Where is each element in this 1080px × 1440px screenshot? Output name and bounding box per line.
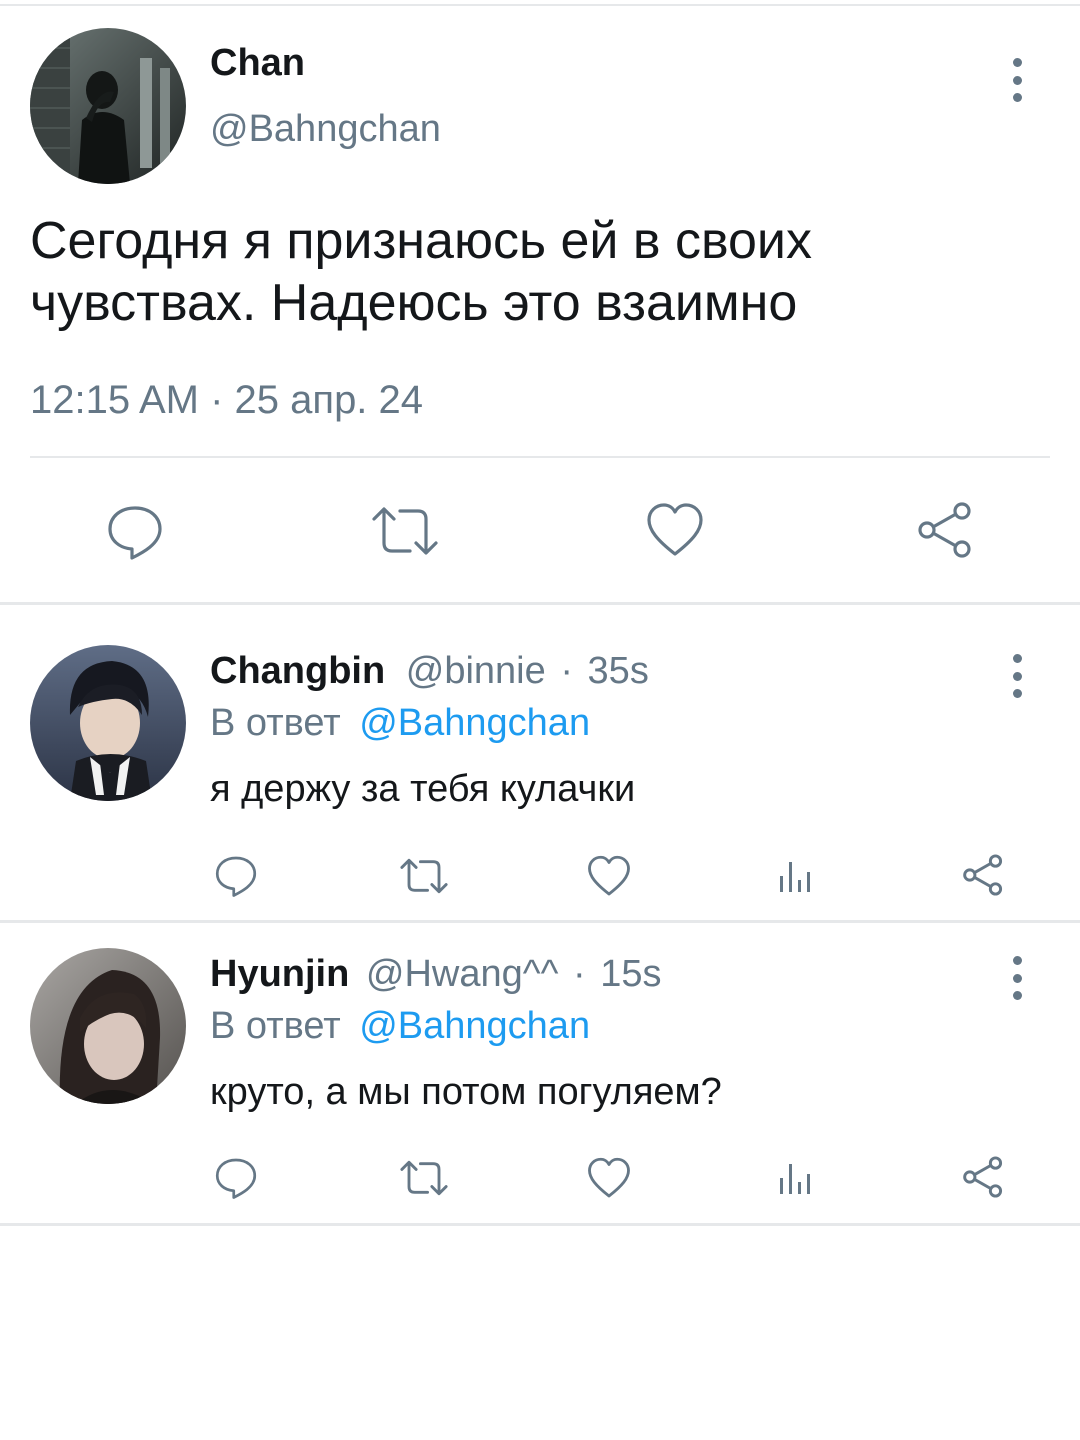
divider (0, 920, 1080, 923)
share-icon[interactable] (960, 852, 1006, 898)
like-icon[interactable] (586, 854, 632, 898)
tweet-timestamp: 12:15 AM · 25 апр. 24 (30, 378, 424, 422)
like-icon[interactable] (586, 1156, 632, 1200)
divider (0, 1223, 1080, 1226)
more-vertical-icon[interactable] (1007, 654, 1027, 698)
views-icon[interactable] (774, 856, 818, 896)
main-tweet: Chan @Bahngchan Сегодня я признаюсь ей в… (0, 0, 1080, 604)
avatar[interactable] (30, 28, 186, 184)
more-vertical-icon[interactable] (1007, 956, 1027, 1000)
meta-separator: · (572, 953, 586, 995)
user-handle[interactable]: @binnie (406, 650, 546, 692)
meta-separator: · (560, 650, 573, 692)
reply-prefix: В ответ (210, 1005, 341, 1047)
like-icon[interactable] (644, 500, 706, 560)
reply-icon[interactable] (214, 854, 258, 898)
retweet-icon[interactable] (398, 1158, 450, 1198)
retweet-icon[interactable] (398, 856, 450, 896)
reply-to-link[interactable]: @Bahngchan (359, 1005, 590, 1047)
user-handle[interactable]: @Bahngchan (210, 108, 441, 151)
display-name[interactable]: Changbin (210, 650, 385, 692)
share-icon[interactable] (960, 1154, 1006, 1200)
display-name[interactable]: Hyunjin (210, 953, 349, 995)
views-icon[interactable] (774, 1158, 818, 1198)
tweet-text: Сегодня я признаюсь ей в своих чувствах.… (30, 212, 812, 332)
tweet-text: круто, а мы потом погуляем? (210, 1071, 722, 1113)
divider (0, 602, 1080, 605)
reply-icon[interactable] (104, 500, 166, 562)
avatar[interactable] (30, 645, 186, 801)
reply-icon[interactable] (214, 1156, 258, 1200)
divider (30, 456, 1050, 458)
avatar[interactable] (30, 948, 186, 1104)
retweet-icon[interactable] (370, 502, 440, 560)
reply-prefix: В ответ (210, 702, 341, 744)
reply-to-link[interactable]: @Bahngchan (359, 702, 590, 744)
reply-time: 15s (600, 953, 662, 995)
tweet-text: я держу за тебя кулачки (210, 768, 636, 810)
display-name[interactable]: Chan (210, 42, 305, 85)
more-vertical-icon[interactable] (1007, 58, 1027, 102)
share-icon[interactable] (914, 500, 976, 560)
reply-time: 35s (587, 650, 649, 692)
user-handle[interactable]: @Hwang^^ (366, 953, 559, 995)
